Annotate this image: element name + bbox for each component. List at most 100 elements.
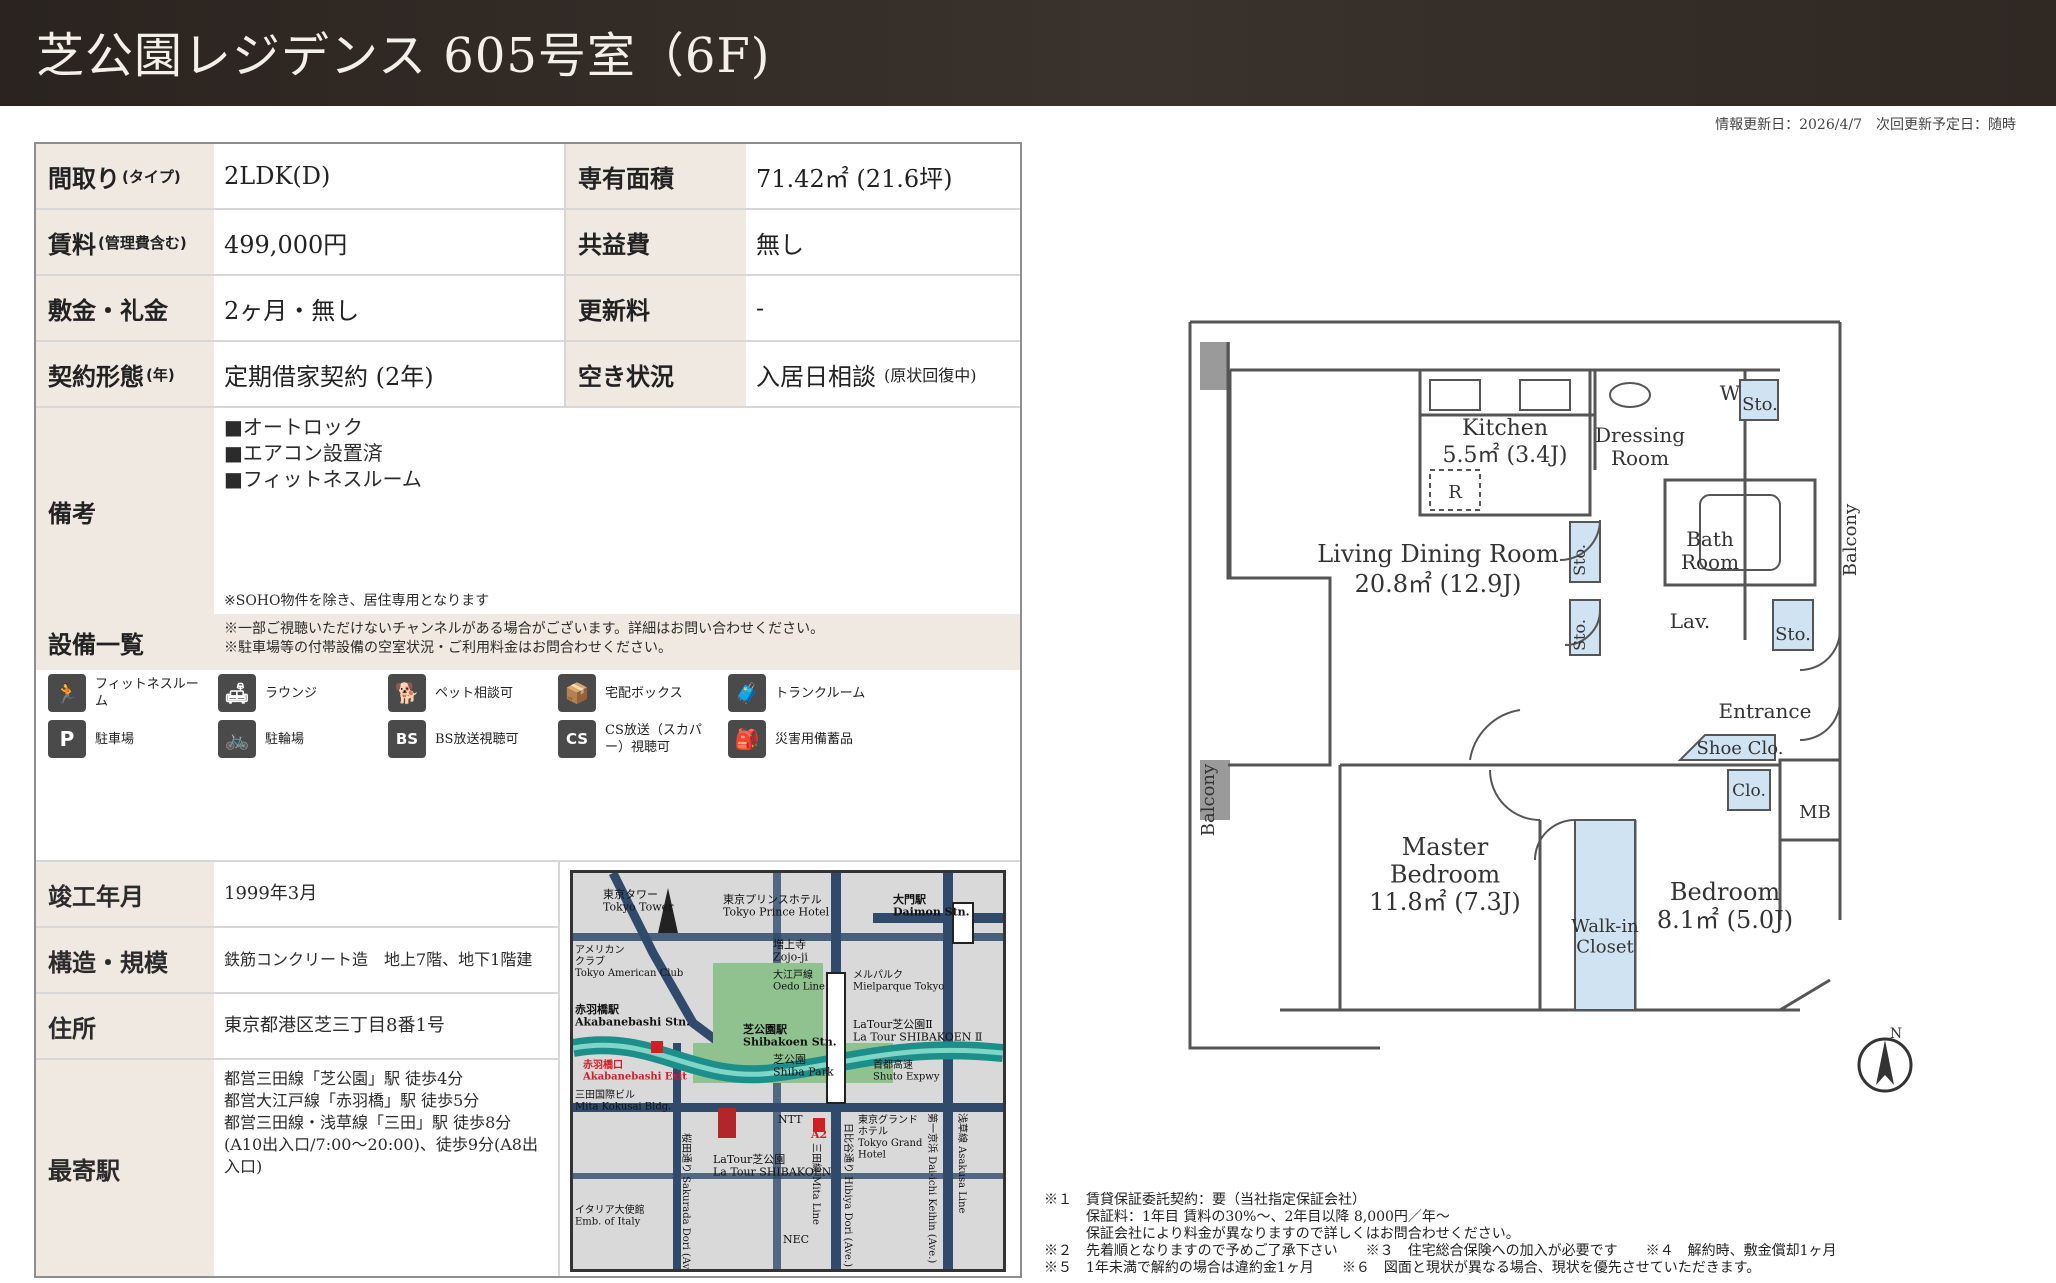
parking-icon: P — [48, 720, 86, 758]
shoe-closet-label: Shoe Clo. — [1697, 738, 1784, 759]
facility-label: フィットネスルーム — [95, 677, 199, 709]
disaster-kit-icon: 🎒 — [728, 720, 766, 758]
balcony-left-label: Balcony — [1198, 763, 1219, 836]
madori-label-text: 間取り — [48, 164, 120, 193]
bs-icon: BS — [388, 720, 426, 758]
facility-label: 宅配ボックス — [605, 685, 683, 701]
structure-value: 鉄筋コンクリート造 地上7階、地下1階建 — [214, 928, 558, 994]
facility-fitness: 🏃 フィットネスルーム — [48, 674, 205, 712]
refrigerator-label: R — [1448, 482, 1462, 503]
sto-label: Sto. — [1570, 544, 1589, 576]
completed-value: 1999年3月 — [214, 862, 558, 928]
contract-sub: (年) — [146, 365, 175, 384]
walkin-closet-label: Walk-in Closet — [1571, 916, 1639, 958]
delivery-box-icon: 📦 — [558, 674, 596, 712]
row-contract: 契約形態 (年) 定期借家契約 (2年) 空き状況 入居日相談 (原状回復中) — [36, 342, 1020, 408]
remark-item: ■エアコン設置済 — [224, 441, 383, 465]
facility-label: ラウンジ — [265, 685, 318, 701]
facility-pet: 🐕 ペット相談可 — [388, 674, 545, 712]
map-label-prince: 東京プリンスホテル Tokyo Prince Hotel — [723, 892, 830, 919]
divider — [558, 862, 560, 1276]
map-label-nec: NEC — [783, 1233, 809, 1246]
closet-label: Clo. — [1732, 781, 1766, 801]
completed-label: 竣工年月 — [36, 862, 214, 928]
access-line: 都営三田線・浅草線「三田」駅 徒歩8分(A10出入口/7:00〜20:00)、徒… — [224, 1113, 538, 1176]
footnote-line: 保証料：1年目 賃料の30%〜、2年目以降 8,000円／年〜 — [1044, 1209, 1450, 1225]
balcony-right-label: Balcony — [1840, 503, 1861, 576]
map-label-italy: イタリア大使館 Emb. of Italy — [575, 1203, 645, 1228]
remarks-list: ■オートロック ■エアコン設置済 ■フィットネスルーム — [224, 414, 422, 492]
facility-label: ペット相談可 — [435, 685, 514, 701]
map-label-asakusa: 浅草線 Asakusa Line — [956, 1113, 969, 1214]
lav-label: Lav. — [1670, 609, 1711, 633]
sto-label: Sto. — [1775, 624, 1811, 645]
map-label-mita-line: 三田線 Mita Line — [810, 1143, 823, 1225]
facility-lounge: 🛋 ラウンジ — [218, 674, 375, 712]
facility-cs: CS CS放送（スカパー）視聴可 — [558, 720, 715, 758]
footnote-line: 保証会社により料金が異なりますので詳しくはお問合わせください。 — [1044, 1226, 1520, 1242]
map-label-zojoji: 増上寺 Zojo-ji — [773, 938, 808, 964]
vacancy-label: 空き状況 — [566, 342, 746, 406]
deposit-label: 敷金・礼金 — [36, 276, 214, 340]
facility-disaster-kit: 🎒 災害用備蓄品 — [728, 720, 885, 758]
property-info-sheet: 間取り (タイプ) 2LDK(D) 専有面積 71.42㎡ (21.6坪) 賃料(… — [34, 142, 1022, 1278]
station-label: 最寄駅 — [36, 1060, 214, 1276]
master-bedroom-area: 11.8㎡ (7.3J) — [1369, 888, 1521, 916]
rent-label: 賃料 (管理費含む) — [36, 210, 214, 274]
footnotes: ※１ 賃貸保証委託契約：要（当社指定保証会社） 保証料：1年目 賃料の30%〜、… — [1044, 1192, 1836, 1277]
vacancy-note: (原状回復中) — [884, 366, 977, 385]
header-bar: 芝公園レジデンス 605号室（6F) — [0, 0, 2056, 106]
facility-label: 災害用備蓄品 — [775, 731, 854, 747]
madori-label: 間取り (タイプ) — [36, 144, 214, 208]
area-value: 71.42㎡ (21.6坪) — [756, 164, 953, 193]
contract-value: 定期借家契約 (2年) — [224, 362, 434, 391]
access-lines: 都営三田線「芝公園」駅 徒歩4分 都営大江戸線「赤羽橋」駅 徒歩5分 都営三田線… — [224, 1068, 548, 1178]
address-value: 東京都港区芝三丁目8番1号 — [214, 994, 558, 1060]
facility-label: BS放送視聴可 — [435, 731, 519, 747]
madori-sub: (タイプ) — [122, 167, 181, 186]
common-fee-label: 共益費 — [566, 210, 746, 274]
kitchen-label: Kitchen — [1462, 416, 1548, 441]
deposit-value: 2ヶ月・無し — [224, 296, 360, 325]
rent-value: 499,000円 — [224, 230, 348, 259]
lounge-icon: 🛋 — [218, 674, 256, 712]
row-rent: 賃料 (管理費含む) 499,000円 共益費 無し — [36, 210, 1020, 276]
equipment-notes: ※一部ご視聴いただけないチャンネルがある場合がございます。詳細はお問い合わせくだ… — [224, 620, 824, 658]
renewal-label: 更新料 — [566, 276, 746, 340]
map-label-keihin: 第一京浜 Dai-ichi Keihin (Ave.) — [926, 1113, 939, 1263]
renewal-value: - — [756, 294, 765, 322]
remark-item: ■オートロック — [224, 415, 363, 439]
contract-label-text: 契約形態 — [48, 362, 144, 391]
facility-label: トランクルーム — [775, 685, 866, 701]
bedroom-area: 8.1㎡ (5.0J) — [1657, 906, 1793, 934]
facility-bs: BS BS放送視聴可 — [388, 720, 545, 758]
facility-label: 駐車場 — [95, 731, 135, 747]
floor-plan: Kitchen 5.5㎡ (3.4J) Dressing Room W Sto. … — [1180, 300, 1920, 1100]
update-info: 情報更新日：2026/4/7 次回更新予定日：随時 — [1715, 117, 2016, 133]
pet-icon: 🐕 — [388, 674, 426, 712]
row-equipment: 設備一覧 ※一部ご視聴いただけないチャンネルがある場合がございます。詳細はお問い… — [36, 614, 1020, 670]
access-line: 都営大江戸線「赤羽橋」駅 徒歩5分 — [224, 1091, 480, 1110]
structure-label: 構造・規模 — [36, 928, 214, 994]
dressing-label: Dressing Room — [1595, 423, 1685, 470]
madori-value: 2LDK(D) — [224, 162, 331, 190]
bath-label: Bath Room — [1681, 527, 1739, 574]
area-map: 東京タワー Tokyo Tower 東京プリンスホテル Tokyo Prince H… — [570, 870, 1006, 1272]
facility-parking: P 駐車場 — [48, 720, 205, 758]
cs-icon: CS — [558, 720, 596, 758]
kitchen-area: 5.5㎡ (3.4J) — [1443, 442, 1568, 468]
rent-label-text: 賃料 — [48, 230, 96, 259]
sto-label: Sto. — [1742, 394, 1778, 415]
bicycle-icon: 🚲 — [218, 720, 256, 758]
facility-delivery-box: 📦 宅配ボックス — [558, 674, 715, 712]
equipment-label: 設備一覧 — [36, 614, 214, 670]
facility-label: 駐輪場 — [265, 731, 305, 747]
row-deposit: 敷金・礼金 2ヶ月・無し 更新料 - — [36, 276, 1020, 342]
facility-trunk-room: 🧳 トランクルーム — [728, 674, 885, 712]
master-bedroom-label: Master Bedroom — [1390, 833, 1501, 889]
w-label: W — [1720, 381, 1741, 405]
page-title: 芝公園レジデンス 605号室（6F) — [36, 28, 771, 84]
row-layout: 間取り (タイプ) 2LDK(D) 専有面積 71.42㎡ (21.6坪) — [36, 144, 1020, 210]
area-label: 専有面積 — [566, 144, 746, 208]
station-value: 都営三田線「芝公園」駅 徒歩4分 都営大江戸線「赤羽橋」駅 徒歩5分 都営三田線… — [214, 1060, 558, 1276]
